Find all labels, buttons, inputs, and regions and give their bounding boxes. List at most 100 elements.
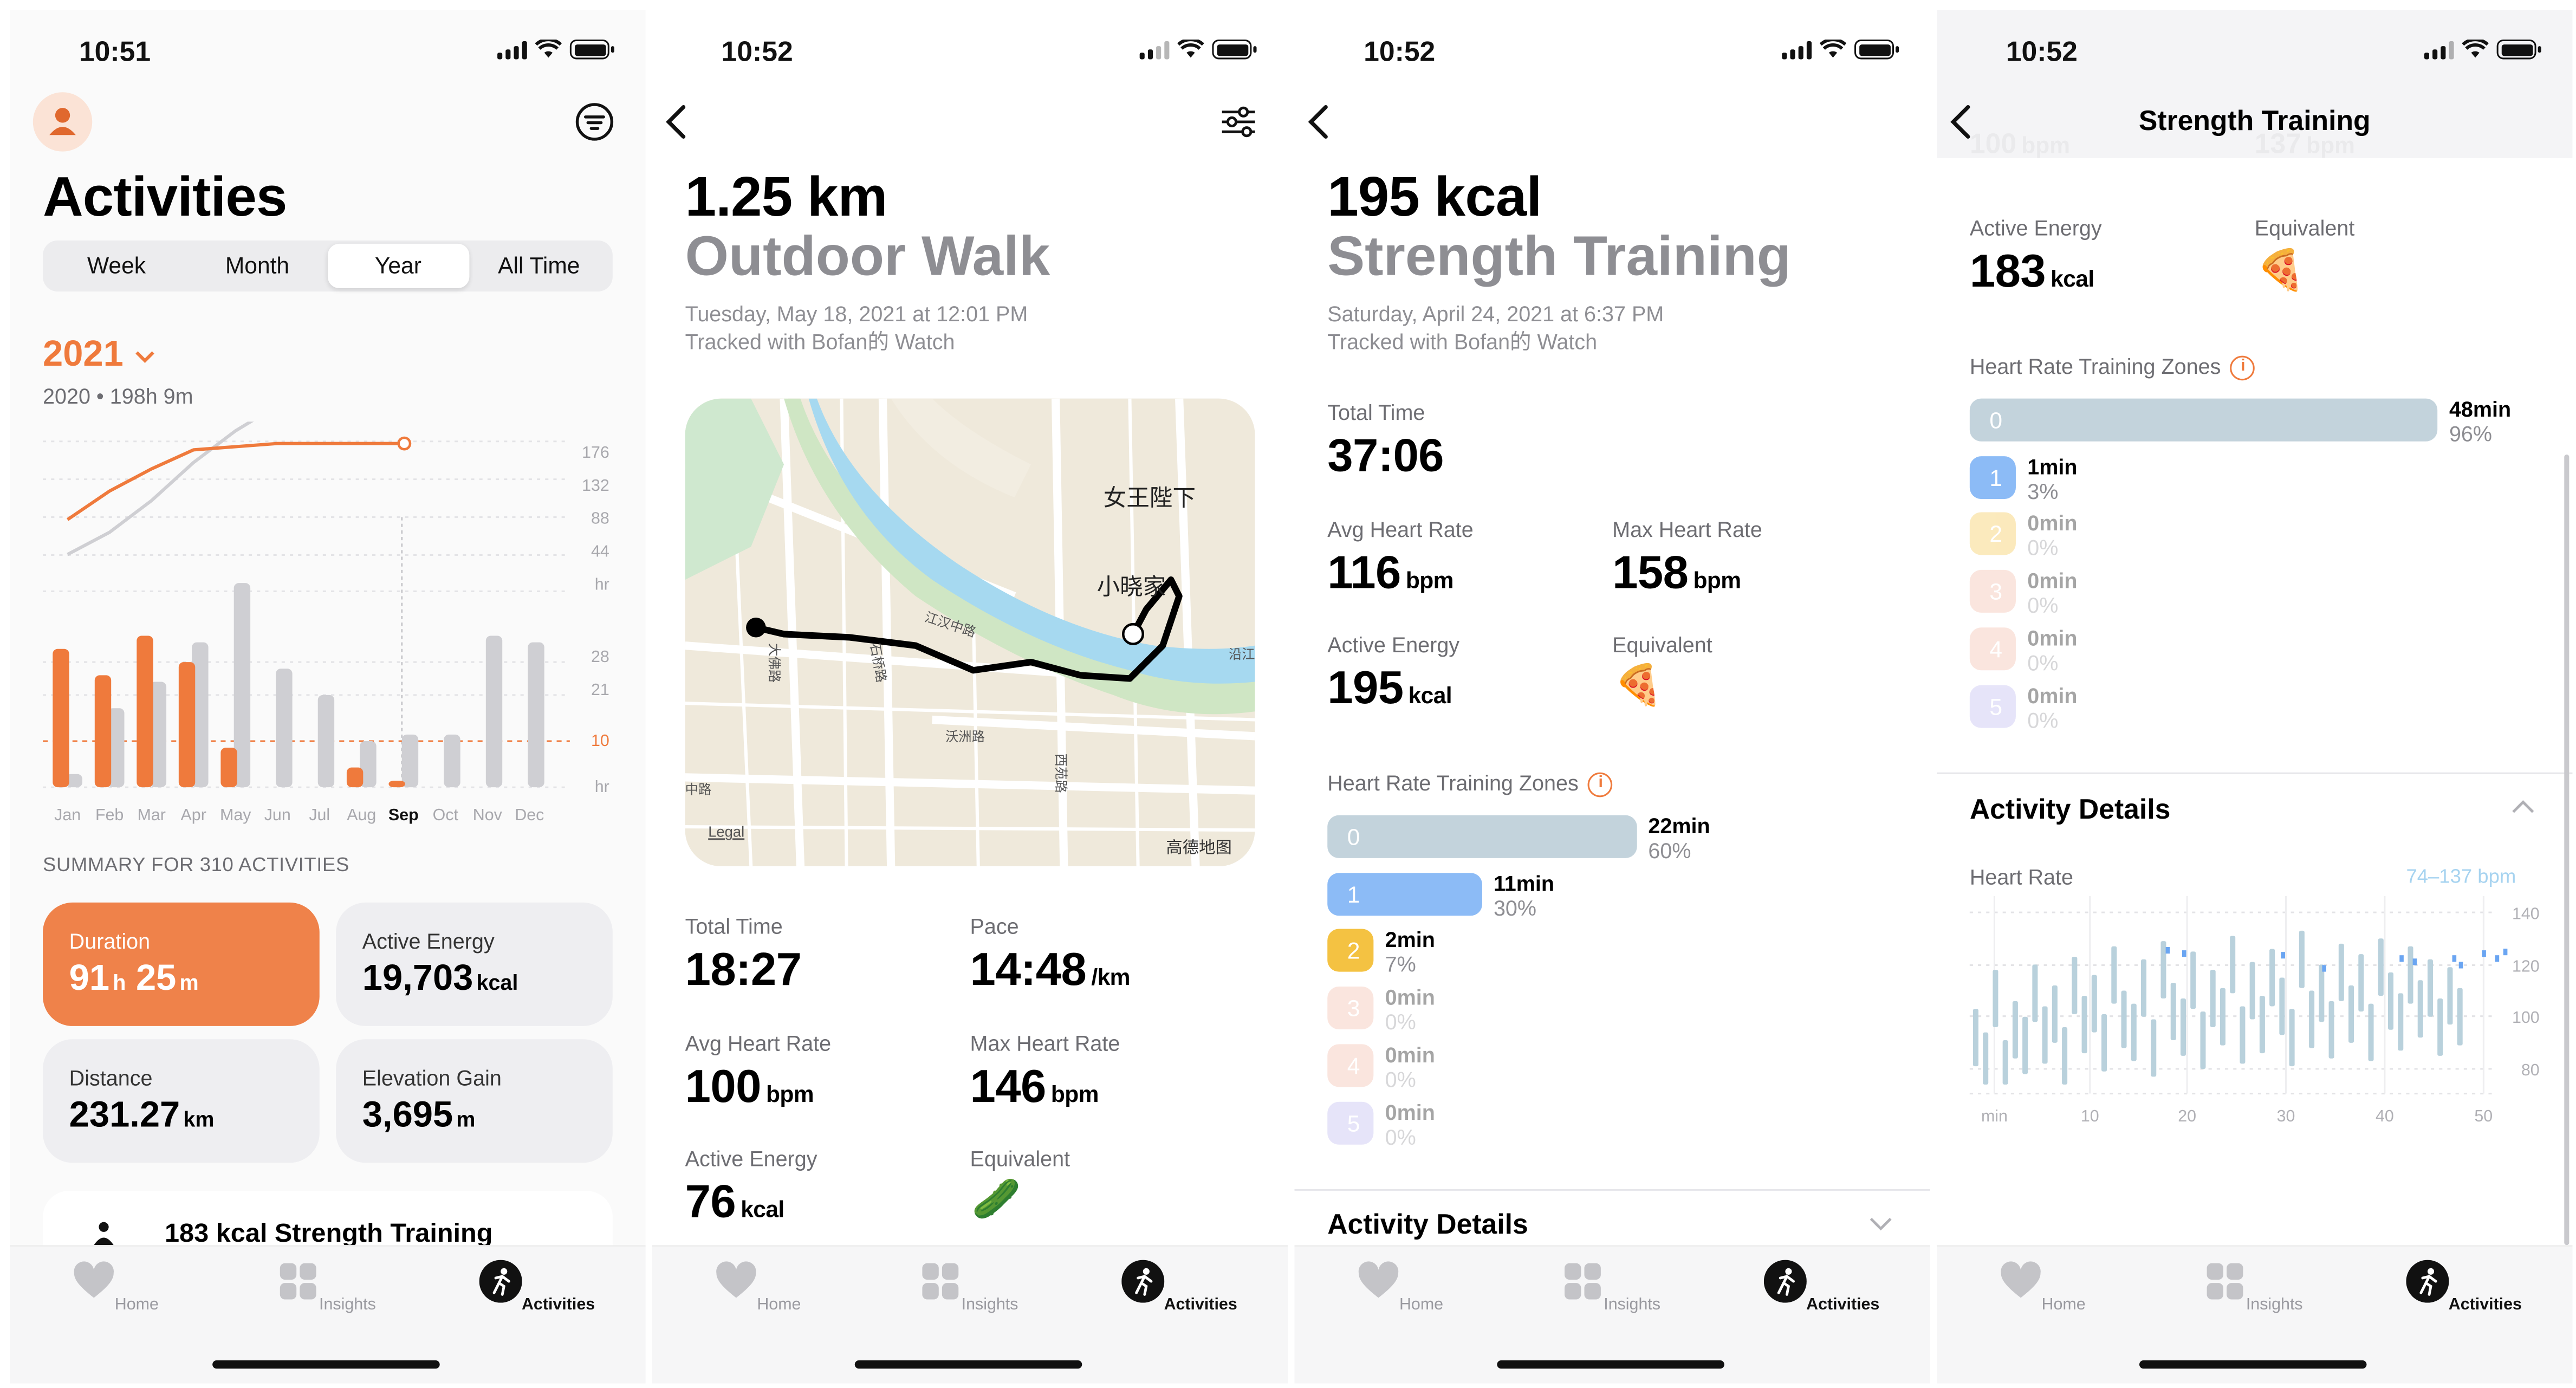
hr-bar — [2259, 996, 2265, 1054]
tab-activities[interactable]: Activities — [1756, 1260, 1887, 1314]
period-segmented-control[interactable]: Week Month Year All Time — [43, 240, 613, 292]
hr-bar — [2081, 996, 2087, 1054]
pizza-icon: 🍕 — [1614, 664, 1664, 709]
signal-icon — [1782, 40, 1812, 59]
stat-value: 76 kcal — [685, 1176, 785, 1227]
tab-home[interactable]: Home — [1976, 1260, 2108, 1314]
y-tick: 100 — [2512, 1008, 2540, 1027]
route-map[interactable]: 女王陛下 小晓家 江汉中路 石桥路 沃洲路 西苑路 大佛路 中路 沿江 Lega… — [685, 398, 1255, 867]
year-selector[interactable]: 2021 — [43, 333, 157, 375]
duration-card[interactable]: Duration 91 h 25 m — [43, 902, 320, 1026]
tab-insights[interactable]: Insights — [903, 1260, 1034, 1314]
running-icon — [1121, 1260, 1164, 1303]
hr-bar — [2398, 993, 2404, 1051]
tab-insights[interactable]: Insights — [1545, 1260, 1677, 1314]
segment-week[interactable]: Week — [46, 244, 187, 288]
bar-2020 — [485, 635, 503, 788]
tab-insights[interactable]: Insights — [2187, 1260, 2319, 1314]
hr-peak-mark — [2165, 947, 2170, 954]
tab-activities[interactable]: Activities — [471, 1260, 602, 1314]
y-tick: 44 — [591, 542, 609, 561]
zone-bar: 3 — [1327, 987, 1374, 1030]
zone-number: 2 — [1347, 937, 1360, 964]
zone-number: 1 — [1989, 464, 2003, 490]
zone-value: 11min 30% — [1493, 871, 1554, 920]
zone-number: 3 — [1989, 578, 2003, 605]
x-tick: 30 — [2277, 1107, 2295, 1125]
tab-home[interactable]: Home — [49, 1260, 181, 1314]
avatar[interactable] — [33, 92, 93, 152]
home-indicator — [854, 1360, 1082, 1369]
heart-rate-chart[interactable]: 140 120 100 80 min 10 20 30 40 50 — [1937, 896, 2572, 1143]
workout-date: Saturday, April 24, 2021 at 6:37 PM — [1327, 301, 1664, 326]
back-icon[interactable] — [662, 102, 695, 141]
cumulative-marker — [397, 436, 412, 451]
bar-2021 — [178, 662, 196, 788]
tab-insights[interactable]: Insights — [260, 1260, 392, 1314]
status-time: 10:51 — [79, 36, 151, 68]
hr-bar — [2220, 988, 2225, 1046]
stat-value: 158 bpm — [1612, 547, 1741, 598]
summary-header: SUMMARY FOR 310 ACTIVITIES — [43, 853, 349, 877]
tab-activities[interactable]: Activities — [1113, 1260, 1245, 1314]
y-tick: hr — [595, 575, 609, 593]
hr-bar — [2378, 938, 2384, 996]
distance-card[interactable]: Distance 231.27 km — [43, 1039, 320, 1163]
hr-bar — [1972, 1009, 1978, 1067]
month-label: Jan — [54, 806, 81, 824]
page-title: Activities — [43, 166, 287, 229]
elevation-card[interactable]: Elevation Gain 3,695 m — [336, 1039, 613, 1163]
zone-bar: 2 — [1969, 513, 2016, 556]
info-icon[interactable]: i — [2230, 355, 2256, 381]
year-charts[interactable]: 176 132 88 44 hr 28 21 10 hr Jan Feb Mar Ap… — [10, 421, 645, 833]
year-label: 2021 — [43, 333, 124, 374]
tab-home[interactable]: Home — [1334, 1260, 1465, 1314]
heart-icon — [2000, 1261, 2040, 1298]
hr-bar — [2141, 959, 2147, 1017]
active-energy-card[interactable]: Active Energy 19,703 kcal — [336, 902, 613, 1026]
hr-bar — [2437, 998, 2443, 1056]
nav-title: Strength Training — [2138, 105, 2371, 137]
grid-icon — [2206, 1263, 2243, 1300]
map-legal-link[interactable]: Legal — [708, 823, 744, 840]
hr-peak-mark — [2458, 962, 2463, 969]
divider — [1294, 1189, 1930, 1191]
chevron-up-icon[interactable] — [2510, 797, 2536, 816]
hr-peak-mark — [2482, 950, 2486, 957]
bar-2021 — [346, 767, 364, 788]
filter-icon[interactable] — [575, 102, 614, 141]
hr-bar — [2338, 943, 2344, 1001]
card-label: Duration — [69, 929, 151, 954]
cucumber-icon: 🥒 — [971, 1177, 1021, 1222]
map-label: 沿江 — [1228, 647, 1255, 663]
zone-bar: 0 — [1969, 398, 2438, 442]
wifi-icon — [535, 39, 562, 58]
stat-label: Active Energy — [1327, 632, 1460, 657]
map-label: 西苑路 — [1053, 753, 1068, 793]
back-icon[interactable] — [1305, 102, 1338, 141]
bar-2021 — [53, 648, 69, 788]
scrollbar[interactable] — [2564, 455, 2569, 1246]
screen-outdoor-walk: 10:52 1.25 km Outdoor Walk Tuesday, May … — [652, 10, 1288, 1384]
activity-details-header[interactable]: Activity Details — [1970, 794, 2171, 827]
tab-home[interactable]: Home — [692, 1260, 823, 1314]
activity-details-header[interactable]: Activity Details — [1327, 1209, 1528, 1242]
tab-activities[interactable]: Activities — [2398, 1260, 2529, 1314]
segment-month[interactable]: Month — [187, 244, 328, 288]
hr-bar — [2388, 972, 2394, 1030]
cumulative-2021-line — [66, 442, 404, 521]
info-icon[interactable]: i — [1588, 772, 1613, 797]
y-tick: 140 — [2512, 904, 2540, 923]
segment-all-time[interactable]: All Time — [469, 244, 609, 288]
zone-number: 4 — [1989, 635, 2003, 662]
zone-value: 0min 0% — [2027, 683, 2078, 732]
strength-icon — [94, 1222, 114, 1246]
hr-bar — [2101, 1014, 2107, 1072]
hr-bar — [2279, 977, 2285, 1035]
month-label: Dec — [515, 806, 544, 824]
hr-peak-mark — [2281, 952, 2285, 959]
segment-year[interactable]: Year — [327, 243, 469, 288]
settings-sliders-icon[interactable] — [1219, 106, 1258, 139]
chevron-down-icon[interactable] — [1867, 1214, 1894, 1233]
map-label: 小晓家 — [1096, 573, 1166, 600]
